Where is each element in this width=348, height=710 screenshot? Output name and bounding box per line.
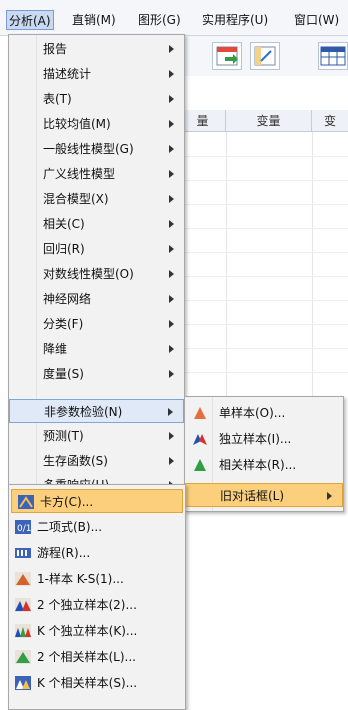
grid-line: [180, 252, 348, 253]
k-related-samples-icon: [15, 676, 31, 690]
menu-bar: 分析(A) 直销(M) 图形(G) 实用程序(U) 窗口(W): [0, 0, 348, 36]
grid-line: [180, 348, 348, 349]
chi-square-icon: [18, 495, 34, 509]
grid-line: [180, 324, 348, 325]
menu-item-binomial[interactable]: 0/1 二项式(B)...: [9, 515, 185, 539]
menu-item-two-independent-samples[interactable]: 2 个独立样本(2)...: [9, 593, 185, 617]
menu-item-correlate[interactable]: 相关(C): [9, 212, 184, 236]
menu-item-runs[interactable]: 游程(R)...: [9, 541, 185, 565]
menu-item-regression[interactable]: 回归(R): [9, 237, 184, 261]
two-related-samples-icon: [15, 650, 31, 664]
grid-line: [180, 180, 348, 181]
menu-item-k-independent-samples[interactable]: K 个独立样本(K)...: [9, 619, 185, 643]
data-view-icon: [320, 46, 346, 66]
menu-item-tables[interactable]: 表(T): [9, 87, 184, 111]
column-header[interactable]: 量: [180, 110, 226, 132]
submenu-arrow-icon: [169, 95, 174, 103]
grid-line: [180, 372, 348, 373]
column-header[interactable]: 变量: [226, 110, 312, 132]
submenu-arrow-icon: [168, 408, 173, 416]
grid-line: [180, 204, 348, 205]
menu-graphs[interactable]: 图形(G): [136, 10, 183, 30]
menu-utilities[interactable]: 实用程序(U): [200, 10, 270, 30]
legacy-dialogs-submenu: 卡方(C)... 0/1 二项式(B)... 游程(R)... 1-样本 K-S…: [8, 484, 186, 710]
submenu-arrow-icon: [169, 270, 174, 278]
menu-analyze[interactable]: 分析(A): [6, 10, 54, 30]
menu-item-classify[interactable]: 分类(F): [9, 312, 184, 336]
submenu-arrow-icon: [169, 120, 174, 128]
submenu-arrow-icon: [169, 245, 174, 253]
grid-header: 量 变量 变: [180, 110, 348, 132]
submenu-arrow-icon: [327, 492, 332, 500]
submenu-arrow-icon: [169, 295, 174, 303]
submenu-arrow-icon: [169, 45, 174, 53]
submenu-arrow-icon: [169, 432, 174, 440]
menu-item-reports[interactable]: 报告: [9, 37, 184, 61]
menu-item-nonparametric-tests[interactable]: 非参数检验(N): [9, 399, 184, 423]
toolbar-button-2[interactable]: [250, 42, 280, 70]
menu-item-scale[interactable]: 度量(S): [9, 362, 184, 386]
menu-direct-marketing[interactable]: 直销(M): [70, 10, 118, 30]
independent-samples-icon: [193, 434, 207, 445]
menu-item-neural-networks[interactable]: 神经网络: [9, 287, 184, 311]
one-sample-icon: [194, 407, 206, 419]
menu-item-survival[interactable]: 生存函数(S): [9, 449, 184, 473]
grid-line: [180, 300, 348, 301]
menu-item-descriptive-statistics[interactable]: 描述统计: [9, 62, 184, 86]
menu-item-independent-samples[interactable]: 独立样本(I)...: [185, 427, 343, 451]
submenu-arrow-icon: [169, 320, 174, 328]
svg-text:0/1: 0/1: [17, 524, 31, 534]
toolbar-button-1[interactable]: [212, 42, 242, 70]
submenu-arrow-icon: [169, 345, 174, 353]
k-independent-samples-icon: [15, 624, 31, 638]
menu-item-legacy-dialogs[interactable]: 旧对话框(L): [185, 483, 343, 507]
grid-line: [180, 276, 348, 277]
menu-window[interactable]: 窗口(W): [292, 10, 341, 30]
menu-item-mixed-models[interactable]: 混合模型(X): [9, 187, 184, 211]
menu-item-related-samples[interactable]: 相关样本(R)...: [185, 453, 343, 477]
analyze-menu: 报告 描述统计 表(T) 比较均值(M) 一般线性模型(G) 广义线性模型 混合…: [8, 34, 185, 494]
grid-line: [180, 156, 348, 157]
menu-item-ks-one-sample[interactable]: 1-样本 K-S(1)...: [9, 567, 185, 591]
submenu-arrow-icon: [169, 170, 174, 178]
runs-icon: [15, 548, 31, 558]
submenu-arrow-icon: [169, 457, 174, 465]
toolbar: [180, 36, 348, 76]
menu-item-two-related-samples[interactable]: 2 个相关样本(L)...: [9, 645, 185, 669]
menu-item-loglinear[interactable]: 对数线性模型(O): [9, 262, 184, 286]
grid-line: [180, 228, 348, 229]
menu-item-compare-means[interactable]: 比较均值(M): [9, 112, 184, 136]
menu-item-general-linear-model[interactable]: 一般线性模型(G): [9, 137, 184, 161]
submenu-arrow-icon: [169, 70, 174, 78]
submenu-arrow-icon: [169, 195, 174, 203]
submenu-arrow-icon: [169, 220, 174, 228]
menu-item-k-related-samples[interactable]: K 个相关样本(S)...: [9, 671, 185, 695]
menu-item-chi-square[interactable]: 卡方(C)...: [11, 489, 183, 513]
nonparametric-submenu: 单样本(O)... 独立样本(I)... 相关样本(R)... 旧对话框(L): [184, 396, 344, 512]
menu-item-generalized-linear-models[interactable]: 广义线性模型: [9, 162, 184, 186]
menu-item-forecasting[interactable]: 预测(T): [9, 424, 184, 448]
submenu-arrow-icon: [169, 370, 174, 378]
menu-item-one-sample[interactable]: 单样本(O)...: [185, 401, 343, 425]
binomial-icon: 0/1: [15, 520, 31, 534]
insert-variable-icon: [254, 46, 276, 66]
insert-cases-icon: [216, 46, 238, 66]
menu-item-dimension-reduction[interactable]: 降维: [9, 337, 184, 361]
ks-one-sample-icon: [15, 572, 31, 586]
column-header[interactable]: 变: [312, 110, 348, 132]
submenu-arrow-icon: [169, 145, 174, 153]
related-samples-icon: [194, 459, 206, 471]
toolbar-button-3[interactable]: [318, 42, 348, 70]
two-independent-samples-icon: [15, 598, 31, 612]
